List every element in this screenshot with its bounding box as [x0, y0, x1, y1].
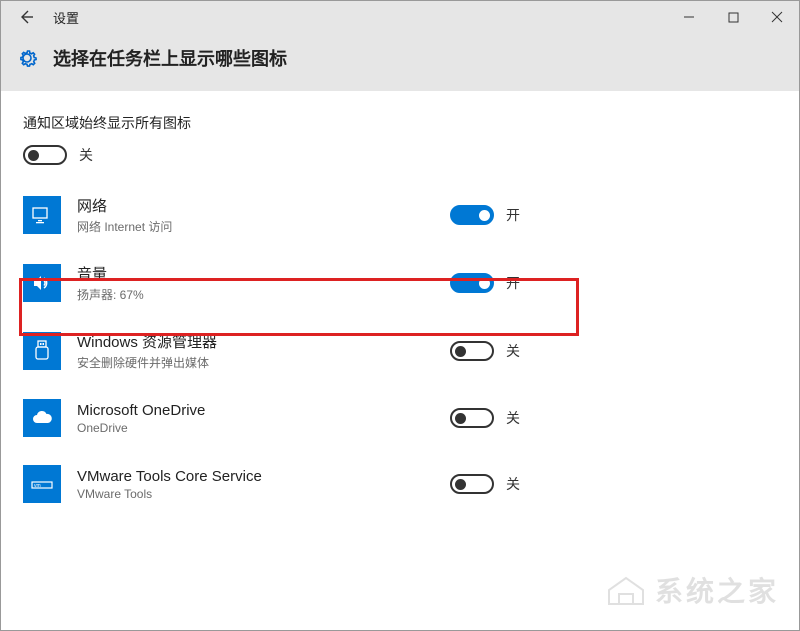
content-area: 通知区域始终显示所有图标 关 网络 网络 Internet 访问 开 音量 扬声…	[1, 91, 799, 511]
window-title: 设置	[53, 8, 79, 27]
toggle-state: 开	[506, 273, 520, 293]
master-toggle[interactable]	[23, 145, 67, 165]
item-subtitle: VMware Tools	[77, 487, 777, 501]
page-title: 选择在任务栏上显示哪些图标	[53, 45, 287, 71]
item-explorer: Windows 资源管理器 安全删除硬件并弹出媒体 关	[23, 323, 777, 379]
toggle-network[interactable]	[450, 205, 494, 225]
minimize-icon	[683, 11, 695, 23]
toggle-state: 关	[506, 341, 520, 361]
item-subtitle: 安全删除硬件并弹出媒体	[77, 354, 777, 371]
item-subtitle: 扬声器: 67%	[77, 286, 777, 303]
back-arrow-icon	[18, 9, 34, 25]
item-title: Windows 资源管理器	[77, 331, 777, 352]
close-icon	[771, 11, 783, 23]
gear-icon	[15, 46, 39, 70]
volume-icon	[23, 264, 61, 302]
maximize-icon	[728, 12, 739, 23]
master-toggle-label: 关	[79, 145, 93, 165]
item-title: VMware Tools Core Service	[77, 468, 777, 485]
minimize-button[interactable]	[667, 1, 711, 33]
back-button[interactable]	[11, 2, 41, 32]
watermark-icon	[605, 572, 647, 608]
toggle-explorer[interactable]	[450, 341, 494, 361]
window-controls	[667, 1, 799, 33]
item-title: Microsoft OneDrive	[77, 402, 777, 419]
titlebar: 设置	[1, 1, 799, 33]
item-vmware: vm VMware Tools Core Service VMware Tool…	[23, 457, 777, 511]
network-icon	[23, 196, 61, 234]
svg-text:vm: vm	[34, 483, 41, 489]
toggle-onedrive[interactable]	[450, 408, 494, 428]
item-title: 网络	[77, 195, 777, 216]
cloud-icon	[23, 399, 61, 437]
toggle-state: 开	[506, 205, 520, 225]
item-volume: 音量 扬声器: 67% 开	[23, 255, 777, 311]
close-button[interactable]	[755, 1, 799, 33]
item-subtitle: OneDrive	[77, 421, 777, 435]
vmware-icon: vm	[23, 465, 61, 503]
usb-icon	[23, 332, 61, 370]
watermark: 系统之家	[605, 570, 779, 610]
section-heading: 通知区域始终显示所有图标	[23, 113, 777, 133]
item-network: 网络 网络 Internet 访问 开	[23, 187, 777, 243]
item-subtitle: 网络 Internet 访问	[77, 218, 777, 235]
page-header: 选择在任务栏上显示哪些图标	[1, 33, 799, 91]
item-title: 音量	[77, 263, 777, 284]
toggle-state: 关	[506, 408, 520, 428]
toggle-volume[interactable]	[450, 273, 494, 293]
watermark-text: 系统之家	[655, 570, 779, 610]
toggle-vmware[interactable]	[450, 474, 494, 494]
toggle-state: 关	[506, 474, 520, 494]
master-toggle-row: 关	[23, 145, 777, 165]
maximize-button[interactable]	[711, 1, 755, 33]
item-onedrive: Microsoft OneDrive OneDrive 关	[23, 391, 777, 445]
